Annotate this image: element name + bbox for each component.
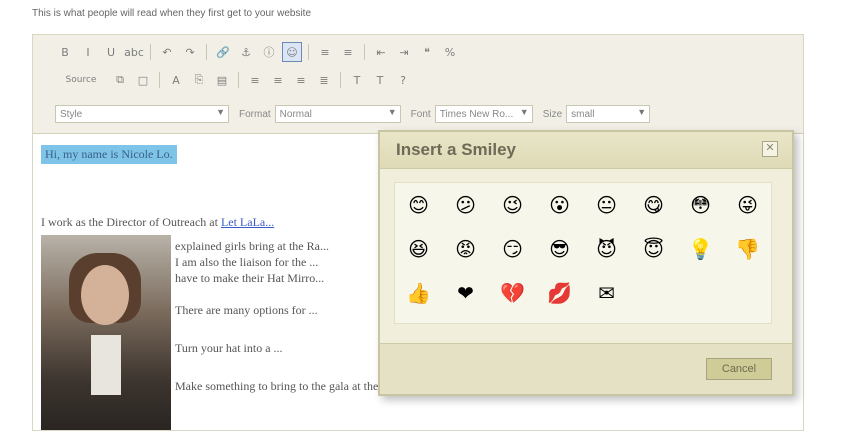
body-line: I am also the liaison for the ... (175, 255, 319, 269)
italic-button[interactable]: I (78, 42, 98, 62)
smiley-item[interactable]: 💋 (536, 271, 583, 315)
body-line: explained girls bring at the Ra... (175, 239, 329, 253)
smiley-item[interactable]: 👎 (724, 227, 771, 271)
toolbar-separator (308, 44, 309, 60)
toolbar-row-2: Source ⧉ □ A ⎘ ▤ ≡ ≡ ≡ ≣ T T ? (55, 69, 413, 91)
box-button[interactable]: □ (133, 70, 153, 90)
chevron-down-icon: ▼ (387, 107, 397, 117)
intro-text: This is what people will read when they … (32, 8, 312, 19)
toolbar-separator (206, 44, 207, 60)
paragraph-text: I work as the Director of Outreach at (41, 215, 221, 229)
chevron-down-icon: ▼ (216, 107, 225, 117)
body-line: Turn your hat into a ... (175, 341, 283, 355)
smiley-item[interactable]: 😜 (724, 183, 771, 227)
font-value: Times New Ro... (439, 108, 514, 120)
body-line: Make something to bring to the gala at t… (175, 379, 411, 393)
smiley-item[interactable]: 😇 (630, 227, 677, 271)
toolbar-separator (159, 72, 160, 88)
profile-photo (41, 235, 171, 430)
cancel-button[interactable]: Cancel (706, 358, 772, 380)
font-color-button[interactable]: T (347, 70, 367, 90)
toolbar-separator (150, 44, 151, 60)
insert-smiley-button[interactable]: ☺ (282, 42, 302, 62)
photo-face (81, 265, 129, 325)
size-dropdown[interactable]: small ▼ (566, 105, 651, 123)
smiley-item[interactable]: 😆 (395, 227, 442, 271)
editor-toolbar: B I U abc ↶ ↷ 🔗 ⚓ ⓘ ☺ ≡ ≡ ⇤ ⇥ ❝ % Source… (33, 35, 803, 134)
size-value: small (571, 108, 595, 120)
align-right-button[interactable]: ≡ (291, 70, 311, 90)
smiley-item[interactable]: 😐 (583, 183, 630, 227)
smiley-item[interactable]: 😡 (442, 227, 489, 271)
photo-shirt (91, 335, 121, 395)
link-button[interactable]: 🔗 (213, 42, 233, 62)
text-color-button[interactable]: A (166, 70, 186, 90)
justify-button[interactable]: ≣ (314, 70, 334, 90)
redo-button[interactable]: ↷ (180, 42, 200, 62)
smiley-item[interactable]: 😉 (489, 183, 536, 227)
style-dropdown[interactable]: Style ▼ (55, 105, 229, 123)
smiley-item[interactable]: 😎 (536, 227, 583, 271)
smiley-grid: 😊 😕 😉 😮 😐 😋 😳 😜 😆 😡 😏 😎 😈 😇 💡 👎 👍 ❤ 💔 💋 … (394, 182, 772, 324)
strikethrough-button[interactable]: abc (124, 42, 144, 62)
source-button[interactable]: Source (55, 70, 107, 90)
organization-link[interactable]: Let LaLa... (221, 215, 274, 229)
align-center-button[interactable]: ≡ (268, 70, 288, 90)
align-left-button[interactable]: ≡ (245, 70, 265, 90)
anchor-button[interactable]: ⚓ (236, 42, 256, 62)
smiley-item[interactable]: 😊 (395, 183, 442, 227)
chevron-down-icon: ▼ (519, 107, 529, 117)
format-combos: Style ▼ Format Normal ▼ Font Times New R… (55, 105, 651, 123)
chevron-down-icon: ▼ (637, 107, 647, 117)
toolbar-separator (364, 44, 365, 60)
underline-button[interactable]: U (101, 42, 121, 62)
font-label: Font (410, 108, 431, 120)
dialog-footer: Cancel (380, 343, 792, 394)
toolbar-row-1: B I U abc ↶ ↷ 🔗 ⚓ ⓘ ☺ ≡ ≡ ⇤ ⇥ ❝ % (55, 41, 460, 63)
undo-button[interactable]: ↶ (157, 42, 177, 62)
toolbar-separator (238, 72, 239, 88)
format-value: Normal (279, 108, 312, 120)
special-char-button[interactable]: % (440, 42, 460, 62)
blockquote-button[interactable]: ❝ (417, 42, 437, 62)
info-button[interactable]: ⓘ (259, 42, 279, 62)
smiley-item[interactable]: 💔 (489, 271, 536, 315)
format-label: Format (239, 108, 271, 120)
smiley-item[interactable]: 😮 (536, 183, 583, 227)
dialog-header: Insert a Smiley ✕ (380, 132, 792, 169)
body-line: There are many options for ... (175, 303, 318, 317)
bg-color-button[interactable]: T (370, 70, 390, 90)
highlighted-greeting: Hi, my name is Nicole Lo. (41, 145, 177, 164)
indent-button[interactable]: ⇥ (394, 42, 414, 62)
smiley-item[interactable]: ❤ (442, 271, 489, 315)
font-dropdown[interactable]: Times New Ro... ▼ (434, 105, 533, 123)
help-button[interactable]: ? (393, 70, 413, 90)
toolbar-separator (340, 72, 341, 88)
insert-smiley-dialog: Insert a Smiley ✕ 😊 😕 😉 😮 😐 😋 😳 😜 😆 😡 😏 … (378, 130, 794, 396)
smiley-item[interactable]: 😏 (489, 227, 536, 271)
table-button[interactable]: ▤ (212, 70, 232, 90)
smiley-item[interactable]: 💡 (677, 227, 724, 271)
smiley-item[interactable]: 😈 (583, 227, 630, 271)
unordered-list-button[interactable]: ≡ (338, 42, 358, 62)
smiley-item[interactable]: ✉ (583, 271, 630, 315)
intro-paragraph: I work as the Director of Outreach at Le… (41, 215, 274, 230)
smiley-item[interactable]: 😋 (630, 183, 677, 227)
paste-button[interactable]: ⎘ (189, 70, 209, 90)
dialog-title: Insert a Smiley (396, 140, 517, 159)
outdent-button[interactable]: ⇤ (371, 42, 391, 62)
smiley-item[interactable]: 😳 (677, 183, 724, 227)
close-icon[interactable]: ✕ (762, 141, 778, 157)
size-label: Size (542, 108, 563, 120)
bold-button[interactable]: B (55, 42, 75, 62)
ordered-list-button[interactable]: ≡ (315, 42, 335, 62)
preview-button[interactable]: ⧉ (110, 70, 130, 90)
body-line: have to make their Hat Mirro... (175, 271, 325, 285)
style-label: Style (60, 108, 83, 120)
format-dropdown[interactable]: Normal ▼ (274, 105, 401, 123)
smiley-item[interactable]: 👍 (395, 271, 442, 315)
smiley-item[interactable]: 😕 (442, 183, 489, 227)
